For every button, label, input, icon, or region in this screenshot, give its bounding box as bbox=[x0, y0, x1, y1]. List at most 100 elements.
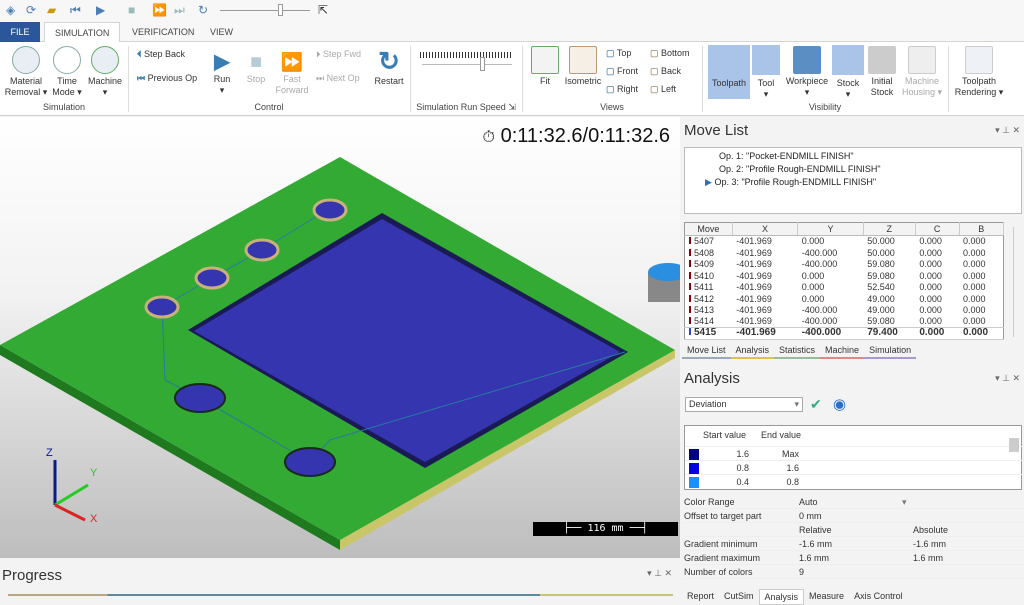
view-front-button[interactable]: ▢ Front bbox=[606, 66, 638, 77]
tab-simulation[interactable]: SIMULATION bbox=[44, 22, 121, 43]
col-z[interactable]: Z bbox=[863, 222, 916, 236]
col-y[interactable]: Y bbox=[797, 222, 864, 236]
pointer-icon[interactable]: ⇱ bbox=[318, 3, 328, 17]
stock-dropdown[interactable]: Stock ▾ bbox=[832, 78, 864, 100]
op-item-current[interactable]: ▶ Op. 3: "Profile Rough-ENDMILL FINISH" bbox=[705, 177, 876, 188]
color-range-row[interactable]: 1.6 Max bbox=[685, 446, 1023, 460]
tool-toggle[interactable] bbox=[752, 45, 780, 75]
run-speed-slider[interactable] bbox=[422, 64, 512, 65]
move-marker-icon bbox=[689, 328, 691, 336]
table-row[interactable]: 5409 -401.969 -400.000 59.080 0.000 0.000 bbox=[685, 258, 1004, 269]
view-back-button[interactable]: ▢ Back bbox=[650, 66, 681, 77]
tab-machine[interactable]: Machine bbox=[820, 343, 865, 359]
number-of-colors-field[interactable]: 9 bbox=[799, 567, 804, 577]
apply-analysis-icon[interactable]: ✔ bbox=[810, 396, 822, 413]
table-row[interactable]: 5408 -401.969 -400.000 50.000 0.000 0.000 bbox=[685, 247, 1004, 258]
step-fwd-button[interactable]: ⏵ Step Fwd bbox=[316, 49, 361, 60]
initial-stock-toggle[interactable]: Initial Stock bbox=[866, 46, 898, 98]
table-row[interactable]: 5411 -401.969 0.000 52.540 0.000 0.000 bbox=[685, 281, 1004, 292]
workpiece-dropdown[interactable]: Workpiece ▾ bbox=[782, 46, 832, 98]
speed-slider[interactable] bbox=[220, 10, 310, 11]
tab-analysis[interactable]: Analysis bbox=[730, 343, 775, 359]
tool-dropdown[interactable]: Tool ▾ bbox=[752, 78, 780, 100]
panel-controls[interactable]: ▾ ⊥ ✕ bbox=[647, 568, 672, 579]
toolpath-rendering-dropdown[interactable]: Toolpath Rendering ▾ bbox=[952, 46, 1006, 98]
color-swatch bbox=[689, 477, 699, 488]
tab-cutsim[interactable]: CutSim bbox=[719, 589, 759, 605]
op-item[interactable]: Op. 1: "Pocket-ENDMILL FINISH" bbox=[719, 151, 854, 161]
3d-viewport[interactable]: Z Y X ⏱ 0:11:32.6/0:11:32.6 ├── 116 mm ─… bbox=[0, 117, 680, 558]
col-move[interactable]: Move bbox=[684, 222, 733, 236]
op-item[interactable]: Op. 2: "Profile Rough-ENDMILL FINISH" bbox=[719, 164, 881, 174]
tab-axis-control[interactable]: Axis Control bbox=[849, 589, 908, 605]
tab-file[interactable]: FILE bbox=[0, 22, 40, 42]
machine-housing-dropdown[interactable]: Machine Housing ▾ bbox=[900, 46, 944, 98]
offset-field[interactable]: 0 mm bbox=[799, 511, 822, 521]
fit-button[interactable]: Fit bbox=[530, 46, 560, 87]
next-op-button[interactable]: ⏭ Next Op bbox=[316, 73, 360, 84]
isometric-button[interactable]: Isometric bbox=[562, 46, 604, 87]
panel-controls[interactable]: ▾ ⊥ ✕ bbox=[995, 125, 1020, 136]
material-removal-button[interactable]: Material Removal ▾ bbox=[4, 46, 48, 98]
gradient-max-relative[interactable]: 1.6 mm bbox=[799, 553, 829, 563]
tab-simulation[interactable]: Simulation bbox=[864, 343, 917, 359]
settings-dial-icon[interactable]: ◉ bbox=[833, 395, 846, 413]
cell-y: 0.000 bbox=[801, 236, 825, 247]
gradient-min-absolute[interactable]: -1.6 mm bbox=[913, 539, 946, 549]
skip-end-icon[interactable]: ⏭ bbox=[174, 3, 185, 18]
tab-measure[interactable]: Measure bbox=[804, 589, 849, 605]
stop-button[interactable]: ■ Stop bbox=[242, 50, 270, 85]
table-row[interactable]: 5412 -401.969 0.000 49.000 0.000 0.000 bbox=[685, 293, 1004, 304]
open-icon[interactable]: ▰ bbox=[47, 3, 56, 17]
table-row[interactable]: 5414 -401.969 -400.000 59.080 0.000 0.000 bbox=[685, 316, 1004, 327]
color-range-select[interactable]: Auto bbox=[799, 497, 818, 507]
fast-forward-button[interactable]: ⏩ Fast Forward bbox=[272, 50, 312, 96]
table-scrollbar[interactable] bbox=[1013, 227, 1014, 337]
tab-report[interactable]: Report bbox=[682, 589, 719, 605]
analysis-properties: Color Range Auto ▾ Offset to target part 0 … bbox=[684, 495, 1024, 579]
machine-button[interactable]: Machine ▾ bbox=[86, 46, 124, 98]
tab-view[interactable]: VIEW bbox=[200, 22, 243, 42]
tab-analysis[interactable]: Analysis bbox=[758, 589, 805, 605]
col-x[interactable]: X bbox=[732, 222, 799, 236]
gradient-min-relative[interactable]: -1.6 mm bbox=[799, 539, 832, 549]
step-back-button[interactable]: ⏴ Step Back bbox=[137, 49, 185, 60]
cell-x: -401.969 bbox=[736, 247, 772, 258]
run-speed-thumb[interactable] bbox=[480, 57, 485, 71]
stop-icon[interactable]: ■ bbox=[128, 3, 135, 17]
fast-forward-icon[interactable]: ⏩ bbox=[152, 3, 167, 17]
analysis-title: Analysis bbox=[684, 370, 740, 387]
color-range-row[interactable]: 0.8 1.6 bbox=[685, 460, 1023, 474]
table-row[interactable]: 5415 -401.969 -400.000 79.400 0.000 0.000 bbox=[684, 326, 1004, 341]
col-c[interactable]: C bbox=[915, 222, 960, 236]
speed-slider-thumb[interactable] bbox=[278, 4, 283, 16]
view-top-button[interactable]: ▢ Top bbox=[606, 48, 631, 59]
tab-statistics[interactable]: Statistics bbox=[774, 343, 821, 359]
color-range-row[interactable]: 0.4 0.8 bbox=[685, 474, 1023, 488]
table-row[interactable]: 5407 -401.969 0.000 50.000 0.000 0.000 bbox=[685, 236, 1004, 247]
tab-move-list[interactable]: Move List bbox=[682, 343, 731, 359]
stock-toggle[interactable] bbox=[832, 45, 864, 75]
tab-verification[interactable]: VERIFICATION bbox=[122, 22, 204, 42]
restart-button[interactable]: ↻ Restart bbox=[372, 46, 406, 87]
view-bottom-button[interactable]: ▢ Bottom bbox=[650, 48, 690, 59]
previous-op-button[interactable]: ⏮ Previous Op bbox=[137, 73, 197, 84]
rewind-icon[interactable]: ⏮ bbox=[70, 3, 81, 18]
time-mode-button[interactable]: Time Mode ▾ bbox=[50, 46, 84, 98]
run-button[interactable]: ▶ Run ▾ bbox=[208, 50, 236, 96]
table-row[interactable]: 5410 -401.969 0.000 59.080 0.000 0.000 bbox=[685, 270, 1004, 281]
panel-controls[interactable]: ▾ ⊥ ✕ bbox=[995, 373, 1020, 384]
ranges-scrollbar[interactable] bbox=[1009, 438, 1019, 452]
table-row[interactable]: 5413 -401.969 -400.000 49.000 0.000 0.000 bbox=[685, 304, 1004, 315]
col-b[interactable]: B bbox=[959, 222, 1005, 236]
refresh-icon[interactable]: ⟳ bbox=[26, 3, 36, 17]
gradient-max-absolute[interactable]: 1.6 mm bbox=[913, 553, 943, 563]
view-right-button[interactable]: ▢ Right bbox=[606, 84, 638, 95]
restart-icon[interactable]: ↻ bbox=[198, 3, 208, 17]
view-left-button[interactable]: ▢ Left bbox=[650, 84, 676, 95]
toolpath-toggle[interactable]: Toolpath bbox=[708, 45, 750, 99]
analysis-mode-select[interactable]: Deviation ▾ bbox=[685, 397, 803, 412]
app-icon[interactable]: ◈ bbox=[6, 3, 15, 17]
play-icon[interactable]: ▶ bbox=[96, 3, 105, 17]
dialog-launcher-icon[interactable]: ⇲ bbox=[508, 102, 516, 112]
